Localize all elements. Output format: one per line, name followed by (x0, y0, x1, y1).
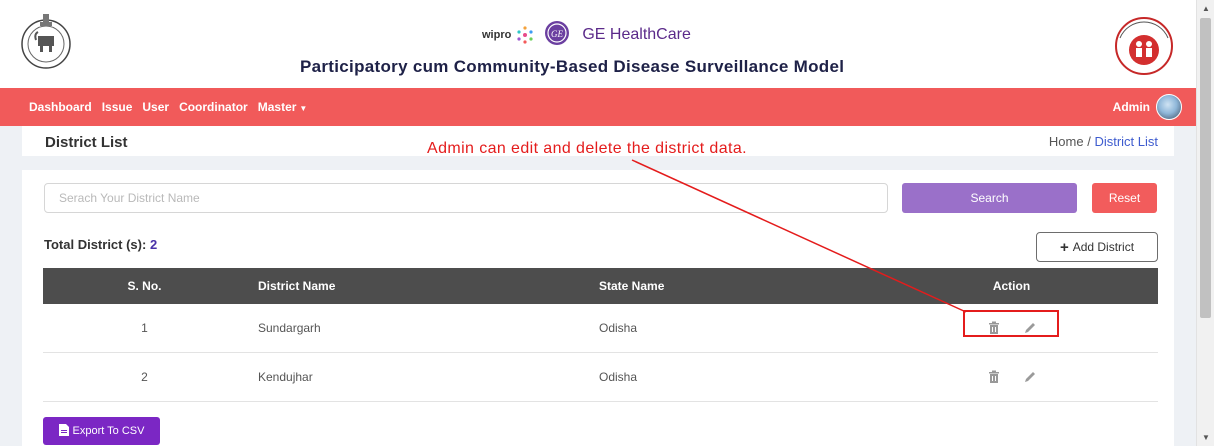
partner-brand: wipro GE GE HealthCare (482, 20, 691, 50)
total-value: 2 (149, 237, 158, 252)
cell-sno: 2 (141, 370, 148, 384)
site-title: Participatory cum Community-Based Diseas… (300, 57, 845, 76)
odisha-emblem-icon (20, 10, 72, 74)
plus-icon: + (1059, 238, 1069, 256)
page-title: District List (45, 134, 128, 151)
scrollbar-thumb[interactable] (1200, 18, 1211, 318)
column-header-action: Action (992, 279, 1031, 293)
search-button[interactable]: Search (902, 183, 1077, 213)
scroll-down-arrow-icon[interactable]: ▼ (1202, 433, 1210, 442)
caret-down-icon: ▼ (299, 104, 308, 113)
cell-district: Sundargarh (258, 321, 321, 335)
column-header-district: District Name (258, 279, 336, 293)
breadcrumb-separator: / (1087, 134, 1091, 149)
cell-state: Odisha (599, 370, 638, 384)
cell-actions (865, 370, 1158, 384)
add-district-label: Add District (1072, 240, 1135, 254)
user-name: Admin (1112, 100, 1150, 114)
cell-district: Kendujhar (258, 370, 313, 384)
avatar (1156, 94, 1182, 120)
pencil-icon[interactable] (1023, 370, 1037, 384)
total-label: Total District (s): (44, 237, 147, 252)
nav-coordinator[interactable]: Coordinator (179, 100, 248, 114)
main-navbar: Dashboard Issue User Coordinator Master ▼… (0, 88, 1196, 126)
trash-icon[interactable] (987, 370, 1001, 384)
table-header: S. No. District Name State Name Action (43, 268, 1158, 304)
nav-master-dropdown[interactable]: Master ▼ (258, 100, 308, 114)
nav-user[interactable]: User (142, 100, 169, 114)
breadcrumb-home[interactable]: Home (1049, 134, 1084, 149)
wipro-logo-icon: wipro (482, 24, 536, 46)
trash-icon[interactable] (987, 321, 1001, 335)
scroll-up-arrow-icon[interactable]: ▲ (1202, 4, 1210, 13)
reset-button[interactable]: Reset (1092, 183, 1157, 213)
export-csv-button[interactable]: Export To CSV (43, 417, 160, 445)
breadcrumb-current: District List (1094, 134, 1158, 149)
nav-issue[interactable]: Issue (102, 100, 133, 114)
table-row: 1 Sundargarh Odisha (43, 304, 1158, 353)
ge-logo-icon: GE (544, 20, 570, 51)
site-header: wipro GE GE HealthCare Participatory cum… (0, 0, 1196, 88)
nav-dashboard[interactable]: Dashboard (29, 100, 92, 114)
annotation-text: Admin can edit and delete the district d… (427, 140, 748, 157)
page-scrollbar[interactable]: ▲ ▼ (1196, 0, 1214, 446)
cell-sno: 1 (141, 321, 148, 335)
nhm-logo-icon (1112, 14, 1176, 78)
partner-name: GE HealthCare (582, 26, 691, 43)
search-input[interactable] (44, 183, 888, 213)
add-district-button[interactable]: + Add District (1036, 232, 1158, 262)
table-row: 2 Kendujhar Odisha (43, 353, 1158, 402)
cell-actions (865, 321, 1158, 335)
pencil-icon[interactable] (1023, 321, 1037, 335)
district-list-card: Search Reset Total District (s): 2 + Add… (22, 170, 1174, 446)
total-count: Total District (s): 2 (44, 237, 157, 252)
district-table: S. No. District Name State Name Action 1… (43, 268, 1158, 402)
column-header-sno: S. No. (127, 279, 162, 293)
svg-text:GE: GE (551, 29, 563, 39)
user-menu[interactable]: Admin (1113, 94, 1182, 120)
export-csv-label: Export To CSV (72, 425, 145, 437)
nav-master-label: Master (257, 100, 297, 114)
breadcrumb: Home / District List (1049, 134, 1158, 149)
file-icon (58, 423, 69, 439)
cell-state: Odisha (599, 321, 638, 335)
column-header-state: State Name (599, 279, 665, 293)
